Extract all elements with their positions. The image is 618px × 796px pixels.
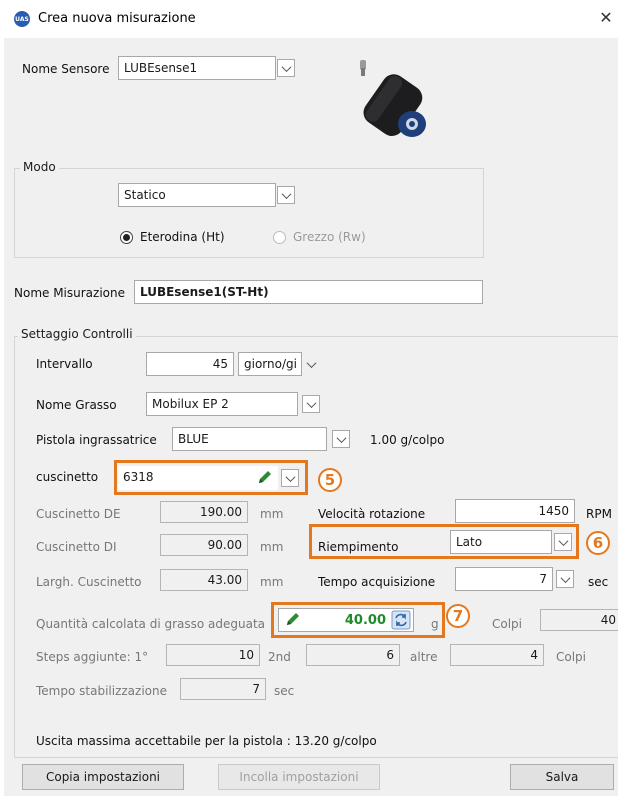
cuscinetto-di-label: Cuscinetto DI (36, 540, 117, 554)
chevron-down-icon (560, 572, 570, 583)
cuscinetto-dropdown-button[interactable] (281, 469, 299, 487)
steps-3-value: 4 (450, 644, 544, 666)
modo-select[interactable]: Statico (118, 183, 276, 207)
larghezza-unit: mm (260, 575, 284, 589)
cuscinetto-de-value: 190.00 (160, 501, 248, 523)
intervallo-input[interactable]: 45 (146, 352, 234, 376)
tempo-acquisizione-label: Tempo acquisizione (318, 575, 436, 589)
calculate-icon[interactable] (391, 610, 411, 630)
incolla-impostazioni-button[interactable]: Incolla impostazioni (218, 764, 380, 790)
cuscinetto-di-value: 90.00 (160, 534, 248, 556)
cuscinetto-de-label: Cuscinetto DE (36, 507, 121, 521)
cuscinetto-input[interactable]: 6318 (118, 466, 278, 490)
intervallo-label: Intervallo (36, 357, 93, 371)
tempo-acquisizione-unit: sec (588, 575, 609, 589)
settaggio-group-title: Settaggio Controlli (18, 327, 136, 341)
pistola-label: Pistola ingrassatrice (36, 433, 157, 447)
sensor-dropdown-button[interactable] (277, 59, 295, 77)
chevron-down-icon (306, 357, 316, 368)
colpi-label: Colpi (492, 617, 523, 631)
cuscinetto-di-unit: mm (260, 540, 284, 554)
callout-7-badge: 7 (446, 604, 470, 628)
chevron-down-icon (281, 188, 291, 199)
riempimento-dropdown-button[interactable] (554, 533, 572, 551)
pencil-icon[interactable] (284, 612, 302, 628)
riempimento-select[interactable]: Lato (450, 530, 552, 554)
sensor-label: Nome Sensore (22, 62, 110, 76)
cuscinetto-de-unit: mm (260, 507, 284, 521)
chevron-down-icon (285, 471, 295, 482)
steps-1-value: 10 (166, 644, 260, 666)
tempo-acquisizione-dropdown-button[interactable] (556, 570, 574, 588)
steps-label: Steps aggiunte: 1° (36, 650, 149, 664)
chevron-down-icon (558, 535, 568, 546)
larghezza-label: Largh. Cuscinetto (36, 575, 142, 589)
pencil-icon[interactable] (256, 470, 274, 486)
chevron-down-icon (336, 432, 346, 443)
modo-group-title: Modo (20, 160, 59, 174)
colpi-value: 40 (540, 609, 618, 631)
misurazione-label: Nome Misurazione (14, 286, 125, 300)
steps-colpi-label: Colpi (556, 650, 587, 664)
modo-dropdown-button[interactable] (277, 186, 295, 204)
velocita-input[interactable]: 1450 (455, 499, 575, 523)
sensor-device-image (360, 60, 426, 137)
callout-6-badge: 6 (586, 531, 610, 555)
steps-2-value: 6 (306, 644, 400, 666)
radio-eterodina[interactable] (120, 231, 133, 244)
intervallo-unit-select[interactable]: giorno/gi (238, 352, 302, 376)
misurazione-input[interactable]: LUBEsense1(ST-Ht) (134, 280, 483, 304)
window-title: Crea nuova misurazione (38, 11, 196, 26)
steps-2nd-label: 2nd (268, 650, 291, 664)
quantita-label: Quantità calcolata di grasso adeguata (36, 617, 266, 631)
app-icon: UAS (14, 11, 30, 27)
stabilizzazione-label: Tempo stabilizzazione (36, 684, 167, 698)
riempimento-label: Riempimento (318, 540, 399, 554)
tempo-acquisizione-input[interactable]: 7 (455, 567, 553, 591)
title-bar: UAS Crea nuova misurazione ✕ (0, 0, 618, 38)
velocita-label: Velocità rotazione (318, 507, 426, 521)
quantita-unit: g (431, 617, 439, 631)
modo-group (14, 168, 484, 258)
radio-eterodina-label: Eterodina (Ht) (140, 230, 225, 244)
copia-impostazioni-button[interactable]: Copia impostazioni (22, 764, 184, 790)
radio-grezzo[interactable] (273, 231, 286, 244)
grasso-select[interactable]: Mobilux EP 2 (146, 392, 298, 416)
larghezza-value: 43.00 (160, 569, 248, 591)
sensor-select[interactable]: LUBEsense1 (118, 56, 276, 80)
chevron-down-icon (281, 61, 291, 72)
radio-grezzo-label: Grezzo (Rw) (293, 230, 366, 244)
salva-button[interactable]: Salva (510, 764, 614, 790)
grasso-label: Nome Grasso (36, 398, 117, 412)
close-icon[interactable]: ✕ (598, 8, 614, 27)
steps-altre-label: altre (410, 650, 438, 664)
pistola-dropdown-button[interactable] (332, 430, 350, 448)
velocita-unit: RPM (586, 507, 612, 521)
radio-dot-icon (123, 234, 130, 241)
callout-5-badge: 5 (318, 468, 342, 492)
intervallo-dropdown-button[interactable] (302, 355, 320, 373)
quantita-value: 40.00 (344, 613, 386, 628)
uscita-massima-text: Uscita massima accettabile per la pistol… (36, 734, 377, 748)
pistola-rate: 1.00 g/colpo (370, 433, 445, 447)
grasso-dropdown-button[interactable] (302, 395, 320, 413)
pistola-select[interactable]: BLUE (172, 427, 327, 451)
chevron-down-icon (306, 397, 316, 408)
stabilizzazione-unit: sec (274, 684, 295, 698)
cuscinetto-label: cuscinetto (36, 470, 99, 484)
stabilizzazione-value: 7 (180, 678, 266, 700)
